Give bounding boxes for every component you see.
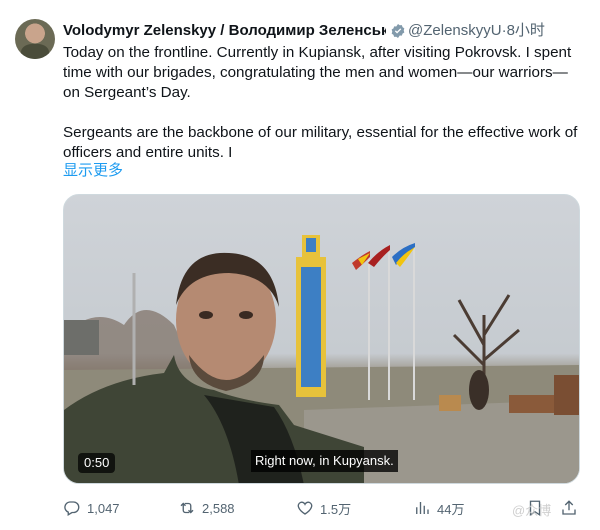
action-bar: 1,047 2,588 1.5万 44万 xyxy=(63,497,583,519)
tweet-header: Volodymyr Zelenskyy / Володимир Зеленськ… xyxy=(63,20,593,42)
repost-button[interactable]: 2,588 xyxy=(178,497,235,519)
reply-count: 1,047 xyxy=(87,500,120,516)
reply-icon xyxy=(64,501,80,516)
video-subtitle: Right now, in Kupyansk. xyxy=(251,450,398,472)
heart-icon xyxy=(297,501,313,515)
watermark: @众博 xyxy=(512,503,552,518)
reply-button[interactable]: 1,047 xyxy=(63,497,120,519)
view-count: 44万 xyxy=(437,501,465,517)
tweet-paragraph-1: Today on the frontline. Currently in Kup… xyxy=(63,44,572,101)
share-button[interactable] xyxy=(560,497,584,519)
views-button[interactable]: 44万 xyxy=(413,497,464,519)
author-avatar[interactable] xyxy=(15,19,55,59)
like-count: 1.5万 xyxy=(320,501,352,517)
author-name[interactable]: Volodymyr Zelenskyy / Володимир Зеленськ xyxy=(63,20,386,42)
author-handle[interactable]: @ZelenskyyU xyxy=(408,22,502,39)
video-frame xyxy=(64,235,579,483)
show-more-link[interactable]: 显示更多 xyxy=(63,161,123,181)
views-chart-icon xyxy=(416,502,429,514)
tweet-card[interactable]: Volodymyr Zelenskyy / Володимир Зеленськ… xyxy=(0,0,600,530)
share-icon xyxy=(562,500,576,515)
verified-badge-icon xyxy=(391,24,405,38)
video-player[interactable]: 0:50 Right now, in Kupyansk. xyxy=(63,194,580,484)
tweet-time[interactable]: 8小时 xyxy=(507,22,545,39)
tweet-paragraph-2: Sergeants are the backbone of our milita… xyxy=(63,124,578,161)
like-button[interactable]: 1.5万 xyxy=(296,497,351,519)
tweet-text: Today on the frontline. Currently in Kup… xyxy=(63,43,583,163)
repost-count: 2,588 xyxy=(202,500,235,516)
repost-icon xyxy=(180,502,194,514)
video-duration: 0:50 xyxy=(78,453,116,473)
